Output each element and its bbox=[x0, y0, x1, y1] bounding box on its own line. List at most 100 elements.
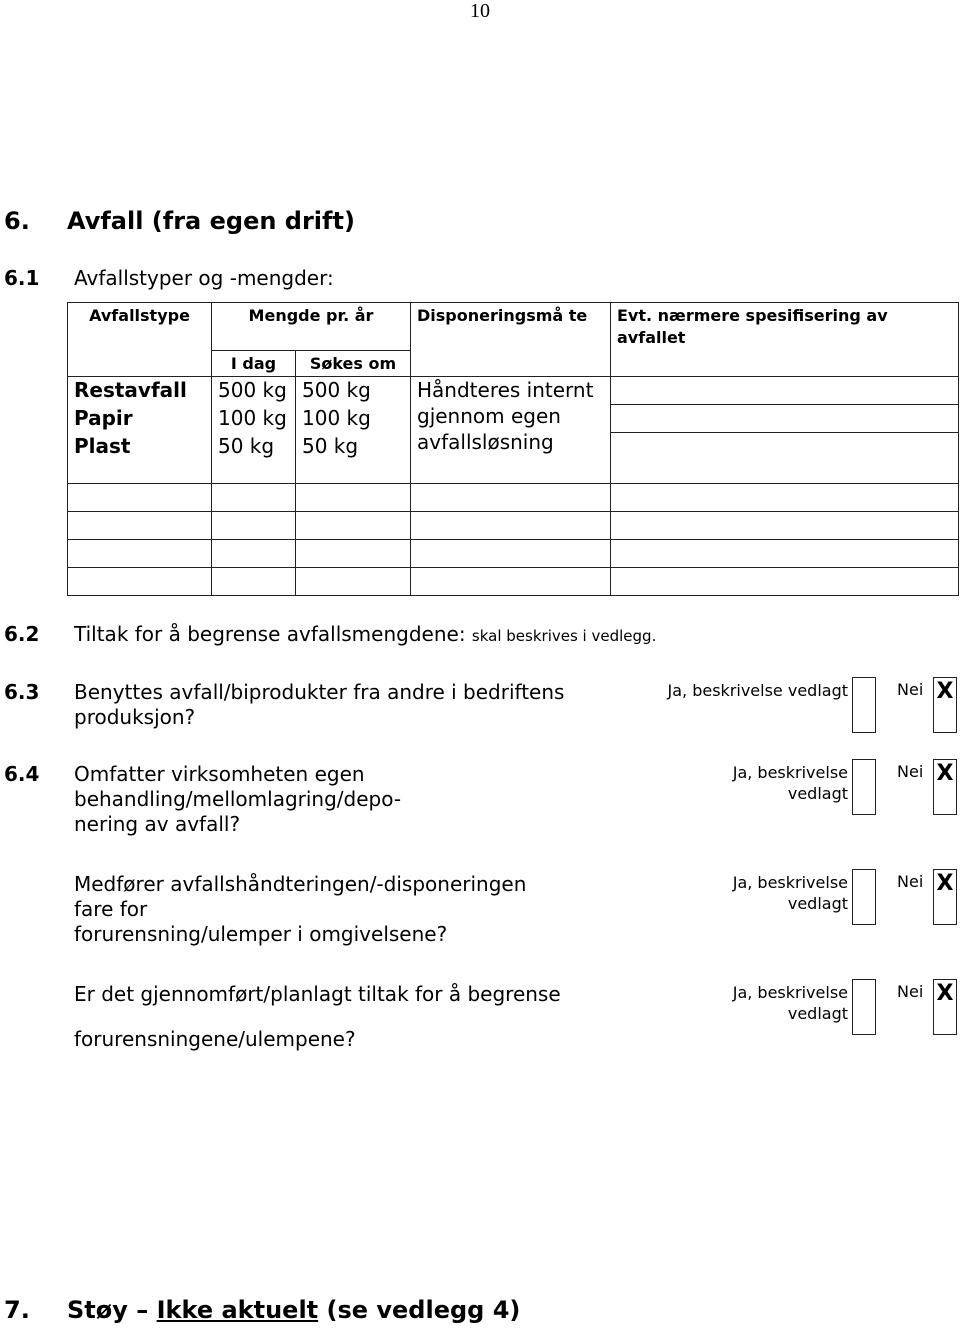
check-x-icon: X bbox=[936, 679, 954, 704]
cell-empty[interactable] bbox=[610, 539, 959, 568]
question-number: 6.4 bbox=[4, 762, 40, 786]
cell-requested: 50 kg bbox=[295, 432, 411, 484]
section-title: Avfallstyper og -mengder: bbox=[74, 266, 334, 290]
section-6-1-heading: 6.1 Avfallstyper og -mengder: bbox=[0, 266, 960, 292]
section-title: Avfall (fra egen drift) bbox=[67, 207, 355, 235]
section-7-heading: 7. Støy – Ikke aktuelt (se vedlegg 4) bbox=[0, 1296, 960, 1326]
section-number: 6. bbox=[4, 207, 30, 235]
cell-empty[interactable] bbox=[211, 483, 296, 512]
cell-empty[interactable] bbox=[410, 539, 611, 568]
cell-empty[interactable] bbox=[295, 511, 411, 540]
no-checkbox[interactable]: X bbox=[933, 979, 957, 1035]
cell-spec[interactable] bbox=[610, 432, 959, 484]
yes-label-line: vedlagt bbox=[787, 1004, 848, 1023]
no-checkbox[interactable]: X bbox=[933, 759, 957, 815]
cell-empty[interactable] bbox=[610, 511, 959, 540]
cell-today: 500 kg bbox=[211, 376, 296, 405]
header-sokes-om: Søkes om bbox=[295, 350, 411, 377]
cell-type: Restavfall bbox=[67, 376, 212, 405]
section-6-2: 6.2 Tiltak for å begrense avfallsmengden… bbox=[0, 622, 960, 648]
header-avfallstype: Avfallstype bbox=[67, 302, 212, 377]
section-number: 6.2 bbox=[4, 622, 40, 646]
yes-label: Ja, beskrivelse vedlagt bbox=[733, 872, 848, 914]
cell-empty[interactable] bbox=[67, 483, 212, 512]
question-text-line: behandling/mellomlagring/depo- bbox=[74, 787, 402, 811]
section-6-heading: 6. Avfall (fra egen drift) bbox=[0, 207, 960, 237]
yes-label-line: vedlagt bbox=[787, 894, 848, 913]
no-checkbox[interactable]: X bbox=[933, 677, 957, 733]
question-text-line: Medfører avfallshåndteringen/-disponerin… bbox=[74, 872, 527, 896]
section-6-2-text: Tiltak for å begrense avfallsmengdene: s… bbox=[74, 622, 656, 649]
cell-empty[interactable] bbox=[67, 567, 212, 596]
section-number: 7. bbox=[4, 1296, 30, 1324]
table-header-row: Avfallstype Mengde pr. år Disponeringsmå… bbox=[67, 302, 959, 377]
no-label: Nei bbox=[897, 680, 924, 699]
check-x-icon: X bbox=[936, 761, 954, 786]
cell-disposal: Håndteres internt gjennom egen avfallslø… bbox=[410, 376, 611, 484]
question-text-line: nering av avfall? bbox=[74, 812, 241, 836]
cell-today: 100 kg bbox=[211, 404, 296, 433]
question-mitigation-measures: Er det gjennomført/planlagt tiltak for å… bbox=[0, 982, 620, 1052]
question-6-3: 6.3 Benyttes avfall/biprodukter fra andr… bbox=[0, 680, 620, 732]
table-row-empty bbox=[67, 539, 959, 568]
table-row-empty bbox=[67, 567, 959, 596]
header-spesifisering: Evt. nærmere spesifisering av avfallet bbox=[610, 302, 959, 377]
no-label: Nei bbox=[897, 762, 924, 781]
question-text-line: fare for bbox=[74, 897, 148, 921]
header-disponering: Disponeringsmå te bbox=[410, 302, 611, 377]
yes-label: Ja, beskrivelse vedlagt bbox=[733, 982, 848, 1024]
check-x-icon: X bbox=[936, 871, 954, 896]
waste-table: Avfallstype Mengde pr. år Disponeringsmå… bbox=[67, 302, 959, 596]
question-6-4: 6.4 Omfatter virksomheten egen behandlin… bbox=[0, 762, 620, 842]
yes-checkbox[interactable] bbox=[852, 677, 876, 733]
section-title-prefix: Støy – bbox=[67, 1296, 149, 1324]
page-number: 10 bbox=[470, 0, 490, 22]
question-text-line: Omfatter virksomheten egen bbox=[74, 762, 365, 786]
table-row: Restavfall 500 kg 500 kg Håndteres inter… bbox=[67, 376, 959, 484]
question-pollution-risk: Medfører avfallshåndteringen/-disponerin… bbox=[0, 872, 620, 952]
question-text-line: forurensning/ulemper i omgivelsene? bbox=[74, 922, 448, 946]
cell-empty[interactable] bbox=[295, 567, 411, 596]
cell-empty[interactable] bbox=[410, 483, 611, 512]
yes-checkbox[interactable] bbox=[852, 979, 876, 1035]
cell-today: 50 kg bbox=[211, 432, 296, 484]
header-i-dag: I dag bbox=[211, 350, 296, 377]
yes-label: Ja, beskrivelse vedlagt bbox=[733, 762, 848, 804]
yes-label-line: Ja, beskrivelse bbox=[732, 763, 848, 782]
cell-empty[interactable] bbox=[610, 483, 959, 512]
question-text-line: Benyttes avfall/biprodukter fra andre i … bbox=[74, 680, 565, 704]
yes-label-line: vedlagt bbox=[787, 784, 848, 803]
cell-empty[interactable] bbox=[211, 567, 296, 596]
cell-empty[interactable] bbox=[67, 539, 212, 568]
cell-empty[interactable] bbox=[410, 567, 611, 596]
section-title: Tiltak for å begrense avfallsmengdene: bbox=[74, 622, 466, 646]
section-title-suffix: (se vedlegg 4) bbox=[326, 1296, 521, 1324]
question-text-line: produksjon? bbox=[74, 705, 196, 729]
section-7-title: Støy – Ikke aktuelt (se vedlegg 4) bbox=[67, 1296, 520, 1324]
yes-label: Ja, beskrivelse vedlagt bbox=[667, 681, 849, 700]
section-number: 6.1 bbox=[4, 266, 40, 290]
question-text-line: Er det gjennomført/planlagt tiltak for å… bbox=[74, 982, 561, 1006]
no-checkbox[interactable]: X bbox=[933, 869, 957, 925]
header-mengde: Mengde pr. år bbox=[211, 302, 411, 351]
cell-empty[interactable] bbox=[211, 539, 296, 568]
cell-empty[interactable] bbox=[610, 567, 959, 596]
cell-empty[interactable] bbox=[295, 539, 411, 568]
table-row-empty bbox=[67, 511, 959, 540]
yes-label-line: Ja, beskrivelse bbox=[732, 983, 848, 1002]
cell-empty[interactable] bbox=[211, 511, 296, 540]
yes-checkbox[interactable] bbox=[852, 759, 876, 815]
no-label: Nei bbox=[897, 872, 924, 891]
yes-checkbox[interactable] bbox=[852, 869, 876, 925]
check-x-icon: X bbox=[936, 981, 954, 1006]
cell-requested: 500 kg bbox=[295, 376, 411, 405]
cell-type: Papir bbox=[67, 404, 212, 433]
cell-empty[interactable] bbox=[410, 511, 611, 540]
cell-spec[interactable] bbox=[610, 376, 959, 405]
cell-empty[interactable] bbox=[295, 483, 411, 512]
no-label: Nei bbox=[897, 982, 924, 1001]
section-note: skal beskrives i vedlegg. bbox=[471, 627, 657, 645]
cell-spec[interactable] bbox=[610, 404, 959, 433]
table-row-empty bbox=[67, 483, 959, 512]
cell-empty[interactable] bbox=[67, 511, 212, 540]
